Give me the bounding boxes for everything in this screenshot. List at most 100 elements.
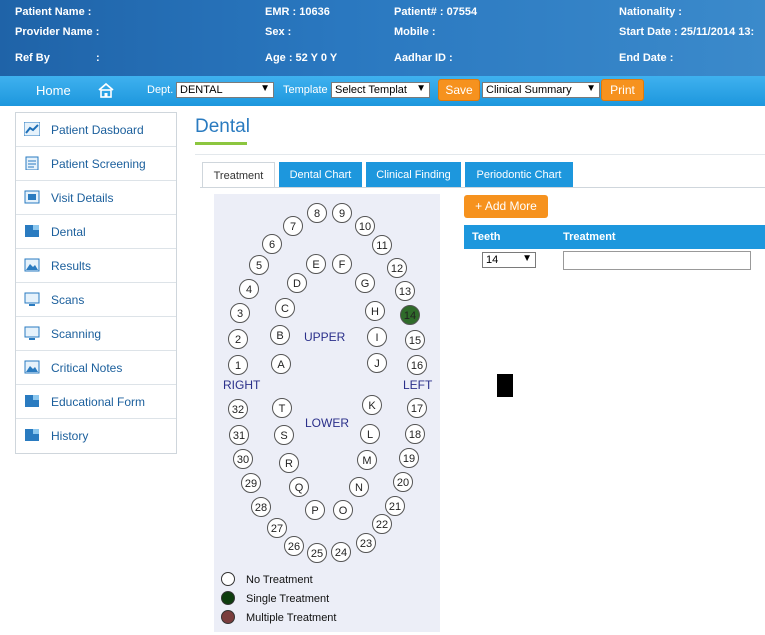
tooth-29[interactable]: 29 bbox=[241, 473, 261, 493]
tooth-17[interactable]: 17 bbox=[407, 398, 427, 418]
tooth-1[interactable]: 1 bbox=[228, 355, 248, 375]
tab-clinical-finding[interactable]: Clinical Finding bbox=[366, 162, 461, 188]
tooth-l[interactable]: L bbox=[360, 424, 380, 444]
tooth-15[interactable]: 15 bbox=[405, 330, 425, 350]
tooth-f[interactable]: F bbox=[332, 254, 352, 274]
tab-treatment[interactable]: Treatment bbox=[202, 162, 275, 188]
template-select[interactable]: Select Templat ▼ bbox=[331, 82, 430, 98]
tooth-e[interactable]: E bbox=[306, 254, 326, 274]
sidebar-item-critical-notes[interactable]: Critical Notes bbox=[16, 351, 176, 385]
tooth-21[interactable]: 21 bbox=[385, 496, 405, 516]
black-block bbox=[497, 374, 513, 397]
sidebar-item-educational-form[interactable]: Educational Form bbox=[16, 385, 176, 419]
tooth-31[interactable]: 31 bbox=[229, 425, 249, 445]
tooth-6[interactable]: 6 bbox=[262, 234, 282, 254]
home-link[interactable]: Home bbox=[36, 83, 71, 98]
legend-item: Single Treatment bbox=[221, 591, 329, 605]
tooth-k[interactable]: K bbox=[362, 395, 382, 415]
image-icon bbox=[24, 360, 40, 374]
tooth-n[interactable]: N bbox=[349, 477, 369, 497]
image-icon bbox=[24, 258, 40, 272]
sidebar-item-dental[interactable]: Dental bbox=[16, 215, 176, 249]
print-button[interactable]: Print bbox=[601, 79, 644, 101]
svg-text:21: 21 bbox=[389, 501, 401, 513]
home-icon[interactable] bbox=[97, 82, 115, 102]
tooth-22[interactable]: 22 bbox=[372, 514, 392, 534]
tooth-19[interactable]: 19 bbox=[399, 448, 419, 468]
tooth-5[interactable]: 5 bbox=[249, 255, 269, 275]
sidebar-item-results[interactable]: Results bbox=[16, 249, 176, 283]
svg-text:29: 29 bbox=[245, 478, 257, 490]
tooth-2[interactable]: 2 bbox=[228, 329, 248, 349]
tooth-3[interactable]: 3 bbox=[230, 303, 250, 323]
tab-periodontic-chart[interactable]: Periodontic Chart bbox=[465, 162, 573, 188]
template-label: Template bbox=[283, 84, 328, 96]
tooth-32[interactable]: 32 bbox=[228, 399, 248, 419]
tooth-10[interactable]: 10 bbox=[355, 216, 375, 236]
document-icon bbox=[24, 224, 40, 238]
svg-text:J: J bbox=[374, 358, 380, 370]
tooth-g[interactable]: G bbox=[355, 273, 375, 293]
teeth-select[interactable]: 14 ▼ bbox=[482, 252, 536, 268]
tooth-20[interactable]: 20 bbox=[393, 472, 413, 492]
tooth-7[interactable]: 7 bbox=[283, 216, 303, 236]
tooth-i[interactable]: I bbox=[367, 327, 387, 347]
tooth-16[interactable]: 16 bbox=[407, 355, 427, 375]
tooth-26[interactable]: 26 bbox=[284, 536, 304, 556]
tooth-9[interactable]: 9 bbox=[332, 203, 352, 223]
tooth-13[interactable]: 13 bbox=[395, 281, 415, 301]
sidebar-item-patient-dasboard[interactable]: Patient Dasboard bbox=[16, 113, 176, 147]
tooth-m[interactable]: M bbox=[357, 450, 377, 470]
tooth-r[interactable]: R bbox=[279, 453, 299, 473]
svg-text:18: 18 bbox=[409, 429, 421, 441]
tooth-a[interactable]: A bbox=[271, 354, 291, 374]
tooth-o[interactable]: O bbox=[333, 500, 353, 520]
sidebar-item-history[interactable]: History bbox=[16, 419, 176, 453]
tooth-c[interactable]: C bbox=[275, 298, 295, 318]
tooth-h[interactable]: H bbox=[365, 301, 385, 321]
sex-field: Sex : bbox=[265, 26, 292, 38]
tooth-25[interactable]: 25 bbox=[307, 543, 327, 563]
sidebar-item-scanning[interactable]: Scanning bbox=[16, 317, 176, 351]
tooth-14[interactable]: 14 bbox=[400, 305, 420, 325]
tab-dental-chart[interactable]: Dental Chart bbox=[279, 162, 362, 188]
tooth-18[interactable]: 18 bbox=[405, 424, 425, 444]
save-button[interactable]: Save bbox=[438, 79, 480, 101]
tooth-12[interactable]: 12 bbox=[387, 258, 407, 278]
svg-text:L: L bbox=[367, 429, 373, 441]
svg-text:10: 10 bbox=[359, 221, 371, 233]
clinical-summary-select[interactable]: Clinical Summary ▼ bbox=[482, 82, 600, 98]
svg-text:M: M bbox=[362, 455, 371, 467]
svg-text:I: I bbox=[375, 332, 378, 344]
tooth-b[interactable]: B bbox=[270, 325, 290, 345]
tooth-j[interactable]: J bbox=[367, 353, 387, 373]
tooth-d[interactable]: D bbox=[287, 273, 307, 293]
sidebar-item-visit-details[interactable]: Visit Details bbox=[16, 181, 176, 215]
chart-lower-label: LOWER bbox=[305, 416, 349, 430]
tooth-11[interactable]: 11 bbox=[372, 235, 392, 255]
svg-text:9: 9 bbox=[339, 208, 345, 220]
tooth-4[interactable]: 4 bbox=[239, 279, 259, 299]
ref-by-field: Ref By bbox=[15, 52, 50, 64]
treatment-input[interactable] bbox=[563, 251, 751, 270]
tooth-27[interactable]: 27 bbox=[267, 518, 287, 538]
add-more-button[interactable]: + Add More bbox=[464, 195, 548, 218]
tooth-p[interactable]: P bbox=[305, 500, 325, 520]
dental-chart-svg: 8 9 7 10 6 11 5 12 4 13 3 14 2 15 1 16 32 17 31 18 30 19 29 20 2… bbox=[221, 203, 433, 624]
tooth-8[interactable]: 8 bbox=[307, 203, 327, 223]
tooth-28[interactable]: 28 bbox=[251, 497, 271, 517]
svg-text:16: 16 bbox=[411, 360, 423, 372]
svg-text:6: 6 bbox=[269, 239, 275, 251]
nationality-field: Nationality : bbox=[619, 6, 682, 18]
tooth-30[interactable]: 30 bbox=[233, 449, 253, 469]
dept-select[interactable]: DENTAL ▼ bbox=[176, 82, 274, 98]
tooth-23[interactable]: 23 bbox=[356, 533, 376, 553]
svg-text:8: 8 bbox=[314, 208, 320, 220]
sidebar-item-patient-screening[interactable]: Patient Screening bbox=[16, 147, 176, 181]
tooth-q[interactable]: Q bbox=[289, 477, 309, 497]
tooth-24[interactable]: 24 bbox=[331, 542, 351, 562]
svg-text:5: 5 bbox=[256, 260, 262, 272]
tooth-t[interactable]: T bbox=[272, 398, 292, 418]
tooth-s[interactable]: S bbox=[274, 425, 294, 445]
sidebar-item-scans[interactable]: Scans bbox=[16, 283, 176, 317]
